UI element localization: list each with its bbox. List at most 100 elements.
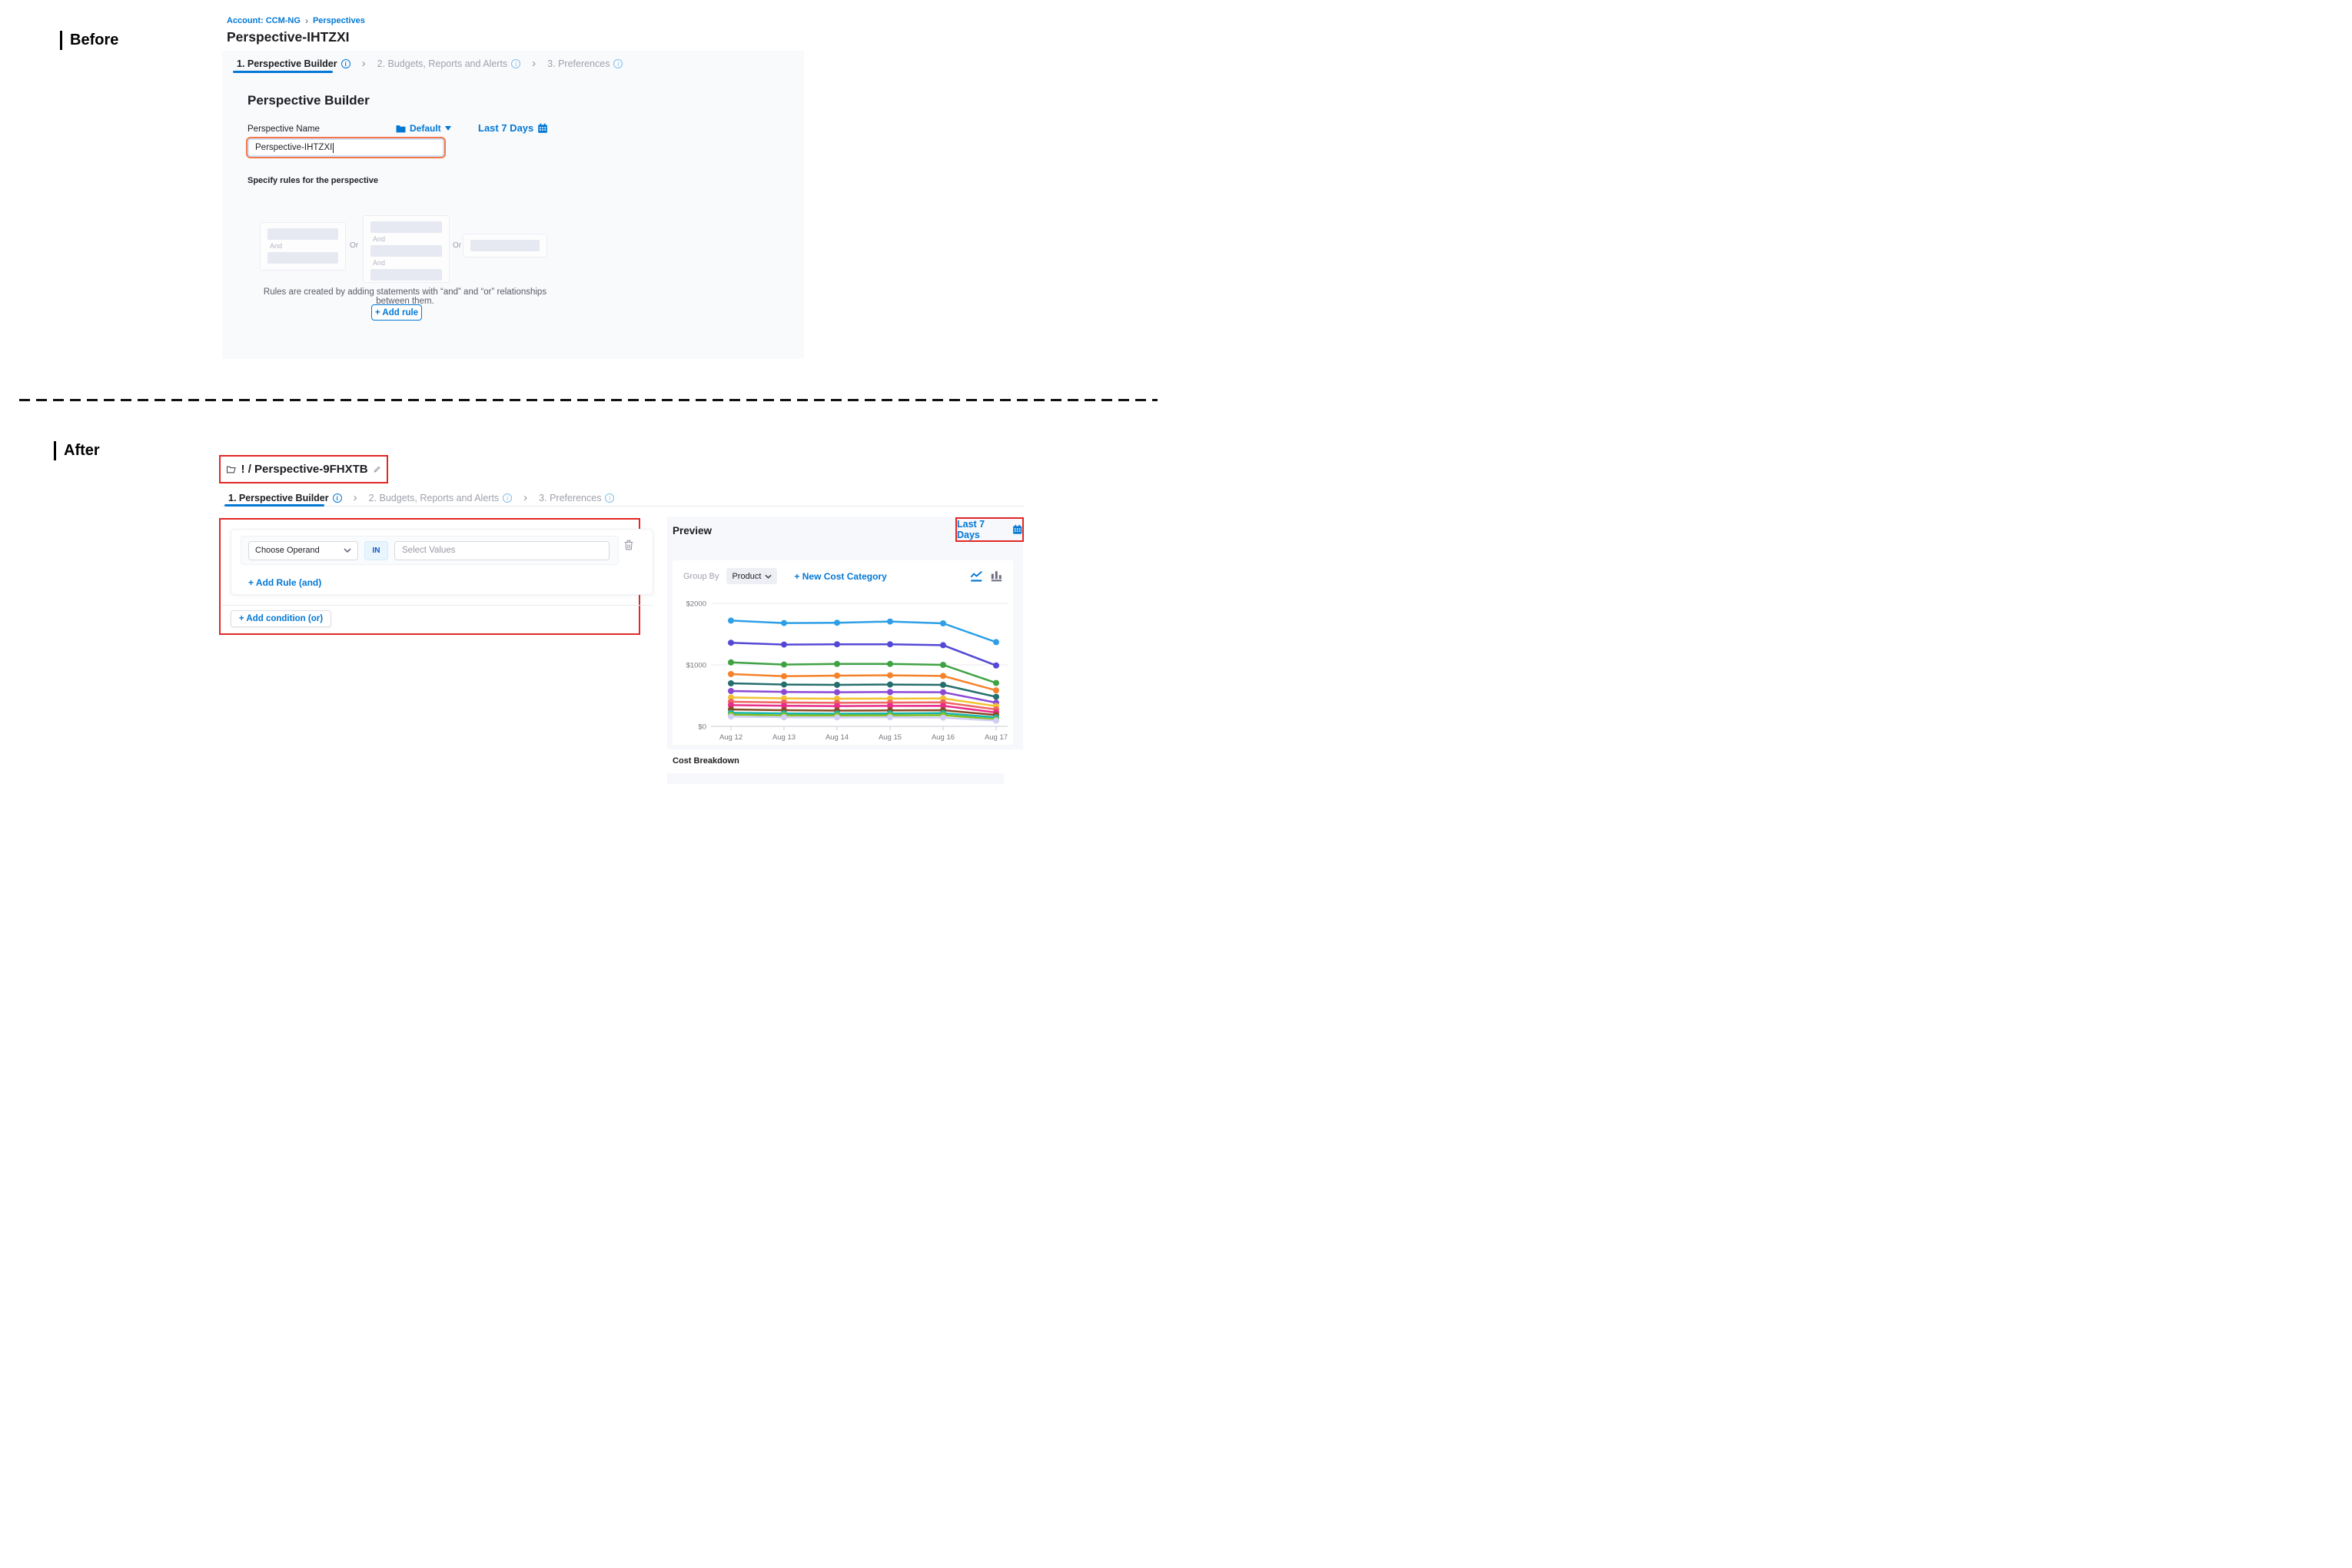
date-range-picker[interactable]: Last 7 Days xyxy=(478,122,548,134)
svg-text:$1000: $1000 xyxy=(686,662,706,670)
preview-heading: Preview xyxy=(673,525,712,537)
after-section-label: After xyxy=(54,441,100,460)
preview-date-range-picker[interactable]: Last 7 Days xyxy=(955,517,1024,542)
before-section-label: Before xyxy=(60,31,118,50)
breadcrumb: Account: CCM-NG › Perspectives xyxy=(227,16,365,25)
before-label-text: Before xyxy=(70,32,118,49)
folder-selector-value: Default xyxy=(410,123,441,134)
tab-label: 1. Perspective Builder xyxy=(237,58,337,69)
tab-label: 2. Budgets, Reports and Alerts xyxy=(369,493,500,503)
after-label-text: After xyxy=(64,442,100,460)
svg-text:$0: $0 xyxy=(698,723,706,732)
before-panel: 1. Perspective Builder 2. Budgets, Repor… xyxy=(222,51,804,359)
tab-perspective-builder[interactable]: 1. Perspective Builder xyxy=(237,58,350,69)
skeleton-bar xyxy=(267,252,338,264)
delete-rule-button[interactable] xyxy=(623,539,634,555)
skeleton-bar xyxy=(370,221,442,233)
preview-panel: Preview Last 7 Days Group By Product + N… xyxy=(667,517,1023,749)
perspective-builder-heading: Perspective Builder xyxy=(247,93,370,108)
tab-budgets-reports-alerts[interactable]: 2. Budgets, Reports and Alerts xyxy=(369,493,513,503)
operand-select[interactable]: Choose Operand xyxy=(248,541,358,560)
chevron-right-icon xyxy=(354,493,357,503)
after-tabs: 1. Perspective Builder 2. Budgets, Repor… xyxy=(228,493,614,503)
info-icon[interactable] xyxy=(605,493,614,503)
rule-row: Choose Operand IN Select Values xyxy=(241,536,619,565)
date-range-value: Last 7 Days xyxy=(478,122,533,134)
tab-preferences[interactable]: 3. Preferences xyxy=(539,493,614,503)
tab-label: 3. Preferences xyxy=(539,493,601,503)
operator-in-button[interactable]: IN xyxy=(364,541,388,560)
svg-text:Aug 12: Aug 12 xyxy=(719,733,742,742)
svg-text:$2000: $2000 xyxy=(686,600,706,609)
before-after-divider xyxy=(19,399,1158,401)
info-icon[interactable] xyxy=(613,59,623,68)
tabs-bottom-border xyxy=(222,506,1024,507)
rule-section-divider xyxy=(222,605,653,606)
skeleton-or-label: Or xyxy=(350,241,358,250)
rule-card: Choose Operand IN Select Values + Add Ru… xyxy=(231,529,653,595)
breadcrumb-perspectives-link[interactable]: Perspectives xyxy=(313,16,365,25)
trash-icon xyxy=(623,539,634,551)
cost-breakdown-card-top xyxy=(667,773,1004,784)
label-bar xyxy=(54,441,56,460)
select-values-input[interactable]: Select Values xyxy=(394,541,610,560)
breadcrumb-separator-icon: › xyxy=(305,17,308,25)
cost-breakdown-heading: Cost Breakdown xyxy=(673,756,739,766)
info-icon[interactable] xyxy=(333,493,342,503)
preview-chart-svg: $0$1000$2000Aug 12Aug 13Aug 14Aug 15Aug … xyxy=(673,560,1013,745)
add-rule-and-link[interactable]: + Add Rule (and) xyxy=(248,577,321,588)
tab-preferences[interactable]: 3. Preferences xyxy=(547,58,623,69)
text-cursor xyxy=(333,143,334,153)
tab-budgets-reports-alerts[interactable]: 2. Budgets, Reports and Alerts xyxy=(377,58,521,69)
label-bar xyxy=(60,31,62,50)
info-icon[interactable] xyxy=(503,493,512,503)
skeleton-and-label: And xyxy=(373,259,442,267)
skeleton-bar xyxy=(267,228,338,240)
chevron-right-icon xyxy=(532,59,536,68)
page-title: Perspective-IHTZXI xyxy=(227,29,350,45)
tab-perspective-builder[interactable]: 1. Perspective Builder xyxy=(228,493,342,503)
caret-down-icon xyxy=(445,126,451,131)
calendar-icon xyxy=(537,123,548,134)
after-perspective-title: ! / Perspective-9FHXTB xyxy=(241,463,368,476)
chevron-right-icon xyxy=(523,493,527,503)
svg-text:Aug 17: Aug 17 xyxy=(985,733,1008,742)
svg-text:Aug 16: Aug 16 xyxy=(932,733,955,742)
tab-label: 2. Budgets, Reports and Alerts xyxy=(377,58,508,69)
svg-text:Aug 14: Aug 14 xyxy=(826,733,849,742)
folder-icon xyxy=(396,125,406,133)
calendar-icon xyxy=(1012,524,1022,535)
skeleton-and-label: And xyxy=(270,242,338,250)
chevron-right-icon xyxy=(362,59,366,68)
skeleton-bar xyxy=(470,240,540,251)
skeleton-bar xyxy=(370,269,442,281)
operand-select-value: Choose Operand xyxy=(255,546,320,555)
active-tab-underline xyxy=(233,71,333,73)
after-title-annotation-box: ! / Perspective-9FHXTB xyxy=(219,455,388,483)
skeleton-rule-card-3 xyxy=(463,234,547,257)
active-tab-underline xyxy=(224,504,324,507)
specify-rules-label: Specify rules for the perspective xyxy=(247,176,378,185)
breadcrumb-account-link[interactable]: Account: CCM-NG xyxy=(227,16,301,25)
add-condition-or-button[interactable]: + Add condition (or) xyxy=(231,610,331,627)
rules-hint-text: Rules are created by adding statements w… xyxy=(247,287,563,306)
before-tabs: 1. Perspective Builder 2. Budgets, Repor… xyxy=(237,58,623,69)
skeleton-rule-card-1: And xyxy=(260,222,346,271)
info-icon[interactable] xyxy=(511,59,520,68)
skeleton-or-label: Or xyxy=(453,241,461,250)
skeleton-bar xyxy=(370,245,442,257)
info-icon[interactable] xyxy=(341,59,350,68)
tab-label: 3. Preferences xyxy=(547,58,610,69)
svg-text:Aug 15: Aug 15 xyxy=(879,733,902,742)
tab-label: 1. Perspective Builder xyxy=(228,493,329,503)
date-range-value: Last 7 Days xyxy=(957,519,1008,540)
skeleton-and-label: And xyxy=(373,235,442,243)
folder-selector[interactable]: Default xyxy=(396,123,451,134)
preview-chart-card: Group By Product + New Cost Category $0$… xyxy=(673,560,1013,745)
add-rule-button[interactable]: + Add rule xyxy=(371,304,422,321)
chevron-down-icon xyxy=(344,548,351,553)
perspective-name-input[interactable]: Perspective-IHTZXI xyxy=(246,137,446,158)
edit-pencil-icon[interactable] xyxy=(374,464,380,474)
perspective-name-value: Perspective-IHTZXI xyxy=(255,143,332,152)
folder-open-icon xyxy=(227,464,236,475)
